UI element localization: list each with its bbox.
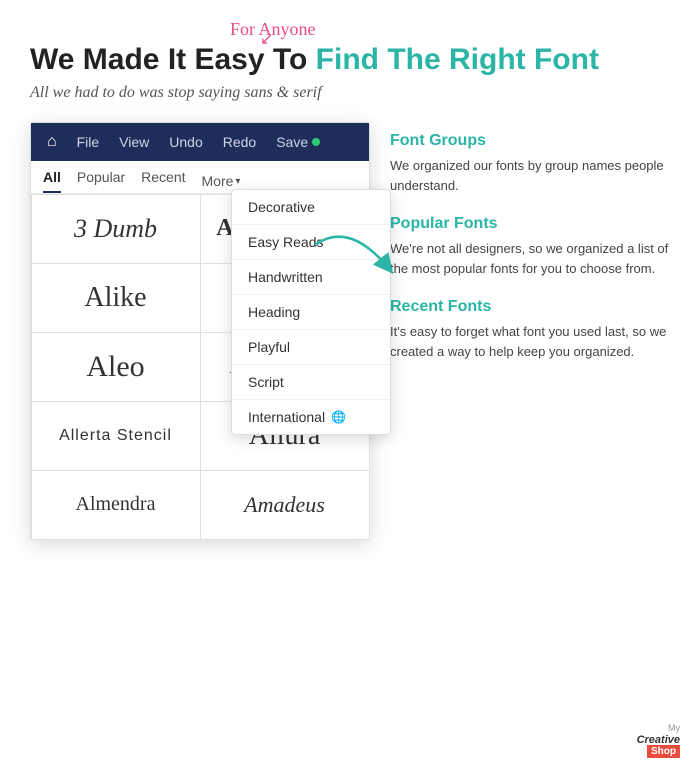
font-cell-3dumb[interactable]: 3 Dumb — [31, 194, 201, 264]
dropdown-item-playful[interactable]: Playful — [232, 330, 390, 365]
font-label-3dumb: 3 Dumb — [74, 214, 157, 244]
nav-save[interactable]: Save — [276, 134, 320, 150]
sidebar-text-popular-fonts: We're not all designers, so we organized… — [390, 239, 670, 278]
globe-icon: 🌐 — [331, 410, 346, 424]
title-part1: We Made It Easy — [30, 43, 265, 76]
tab-popular[interactable]: Popular — [77, 169, 125, 193]
tab-all[interactable]: All — [43, 169, 61, 193]
font-cell-amadeus[interactable]: Amadeus — [200, 470, 370, 540]
dropdown-item-decorative[interactable]: Decorative — [232, 190, 390, 225]
sidebar-heading-recent-fonts: Recent Fonts — [390, 298, 670, 316]
page-container: For Anyone We Made It Easy To Find The R… — [0, 0, 700, 767]
nav-view[interactable]: View — [119, 134, 149, 150]
app-mockup: ⌂ File View Undo Redo Save All Popular R… — [30, 122, 370, 540]
sidebar-heading-popular-fonts: Popular Fonts — [390, 215, 670, 233]
font-label-aleo: Aleo — [86, 350, 144, 384]
nav-undo[interactable]: Undo — [169, 134, 202, 150]
dropdown-item-heading[interactable]: Heading — [232, 295, 390, 330]
content-area: ⌂ File View Undo Redo Save All Popular R… — [30, 122, 670, 540]
font-label-allerta: Allerta Stencil — [59, 427, 172, 445]
tab-recent[interactable]: Recent — [141, 169, 185, 193]
dropdown-item-script[interactable]: Script — [232, 365, 390, 400]
font-label-amadeus: Amadeus — [244, 492, 325, 518]
dropdown-item-handwritten[interactable]: Handwritten — [232, 260, 390, 295]
home-icon[interactable]: ⌂ — [47, 133, 57, 151]
watermark-my: My — [668, 723, 680, 733]
more-dropdown-arrow: ▾ — [235, 176, 240, 187]
app-tabs: All Popular Recent More ▾ Decorative Eas… — [31, 161, 369, 194]
dropdown-item-easy-reads[interactable]: Easy Reads — [232, 225, 390, 260]
watermark: My Creative Shop — [637, 723, 680, 757]
save-dot-icon — [312, 138, 320, 146]
watermark-shop: Shop — [647, 745, 680, 758]
dropdown-menu: Decorative Easy Reads Handwritten Headin… — [231, 189, 391, 435]
sidebar-section-popular-fonts: Popular Fonts We're not all designers, s… — [390, 215, 670, 278]
sidebar-text-recent-fonts: It's easy to forget what font you used l… — [390, 322, 670, 361]
main-title: We Made It Easy To Find The Right Font — [30, 42, 670, 78]
sidebar-section-recent-fonts: Recent Fonts It's easy to forget what fo… — [390, 298, 670, 361]
font-cell-alike[interactable]: Alike — [31, 263, 201, 333]
title-to: To — [273, 43, 307, 76]
nav-redo[interactable]: Redo — [223, 134, 256, 150]
subtitle: All we had to do was stop saying sans & … — [30, 84, 670, 102]
font-cell-aleo[interactable]: Aleo — [31, 332, 201, 402]
nav-file[interactable]: File — [77, 134, 100, 150]
font-label-alike: Alike — [84, 282, 146, 314]
font-cell-almendra[interactable]: Almendra — [31, 470, 201, 540]
app-navbar: ⌂ File View Undo Redo Save — [31, 123, 369, 161]
title-highlight: Find The Right Font — [316, 43, 599, 76]
right-sidebar: Font Groups We organized our fonts by gr… — [390, 122, 670, 540]
font-cell-allerta[interactable]: Allerta Stencil — [31, 401, 201, 471]
annotation-text: For Anyone — [230, 20, 670, 38]
font-label-almendra: Almendra — [76, 493, 156, 516]
sidebar-heading-font-groups: Font Groups — [390, 132, 670, 150]
sidebar-text-font-groups: We organized our fonts by group names pe… — [390, 156, 670, 195]
sidebar-section-font-groups: Font Groups We organized our fonts by gr… — [390, 132, 670, 195]
header-section: For Anyone We Made It Easy To Find The R… — [30, 20, 670, 102]
dropdown-item-international[interactable]: International 🌐 — [232, 400, 390, 434]
